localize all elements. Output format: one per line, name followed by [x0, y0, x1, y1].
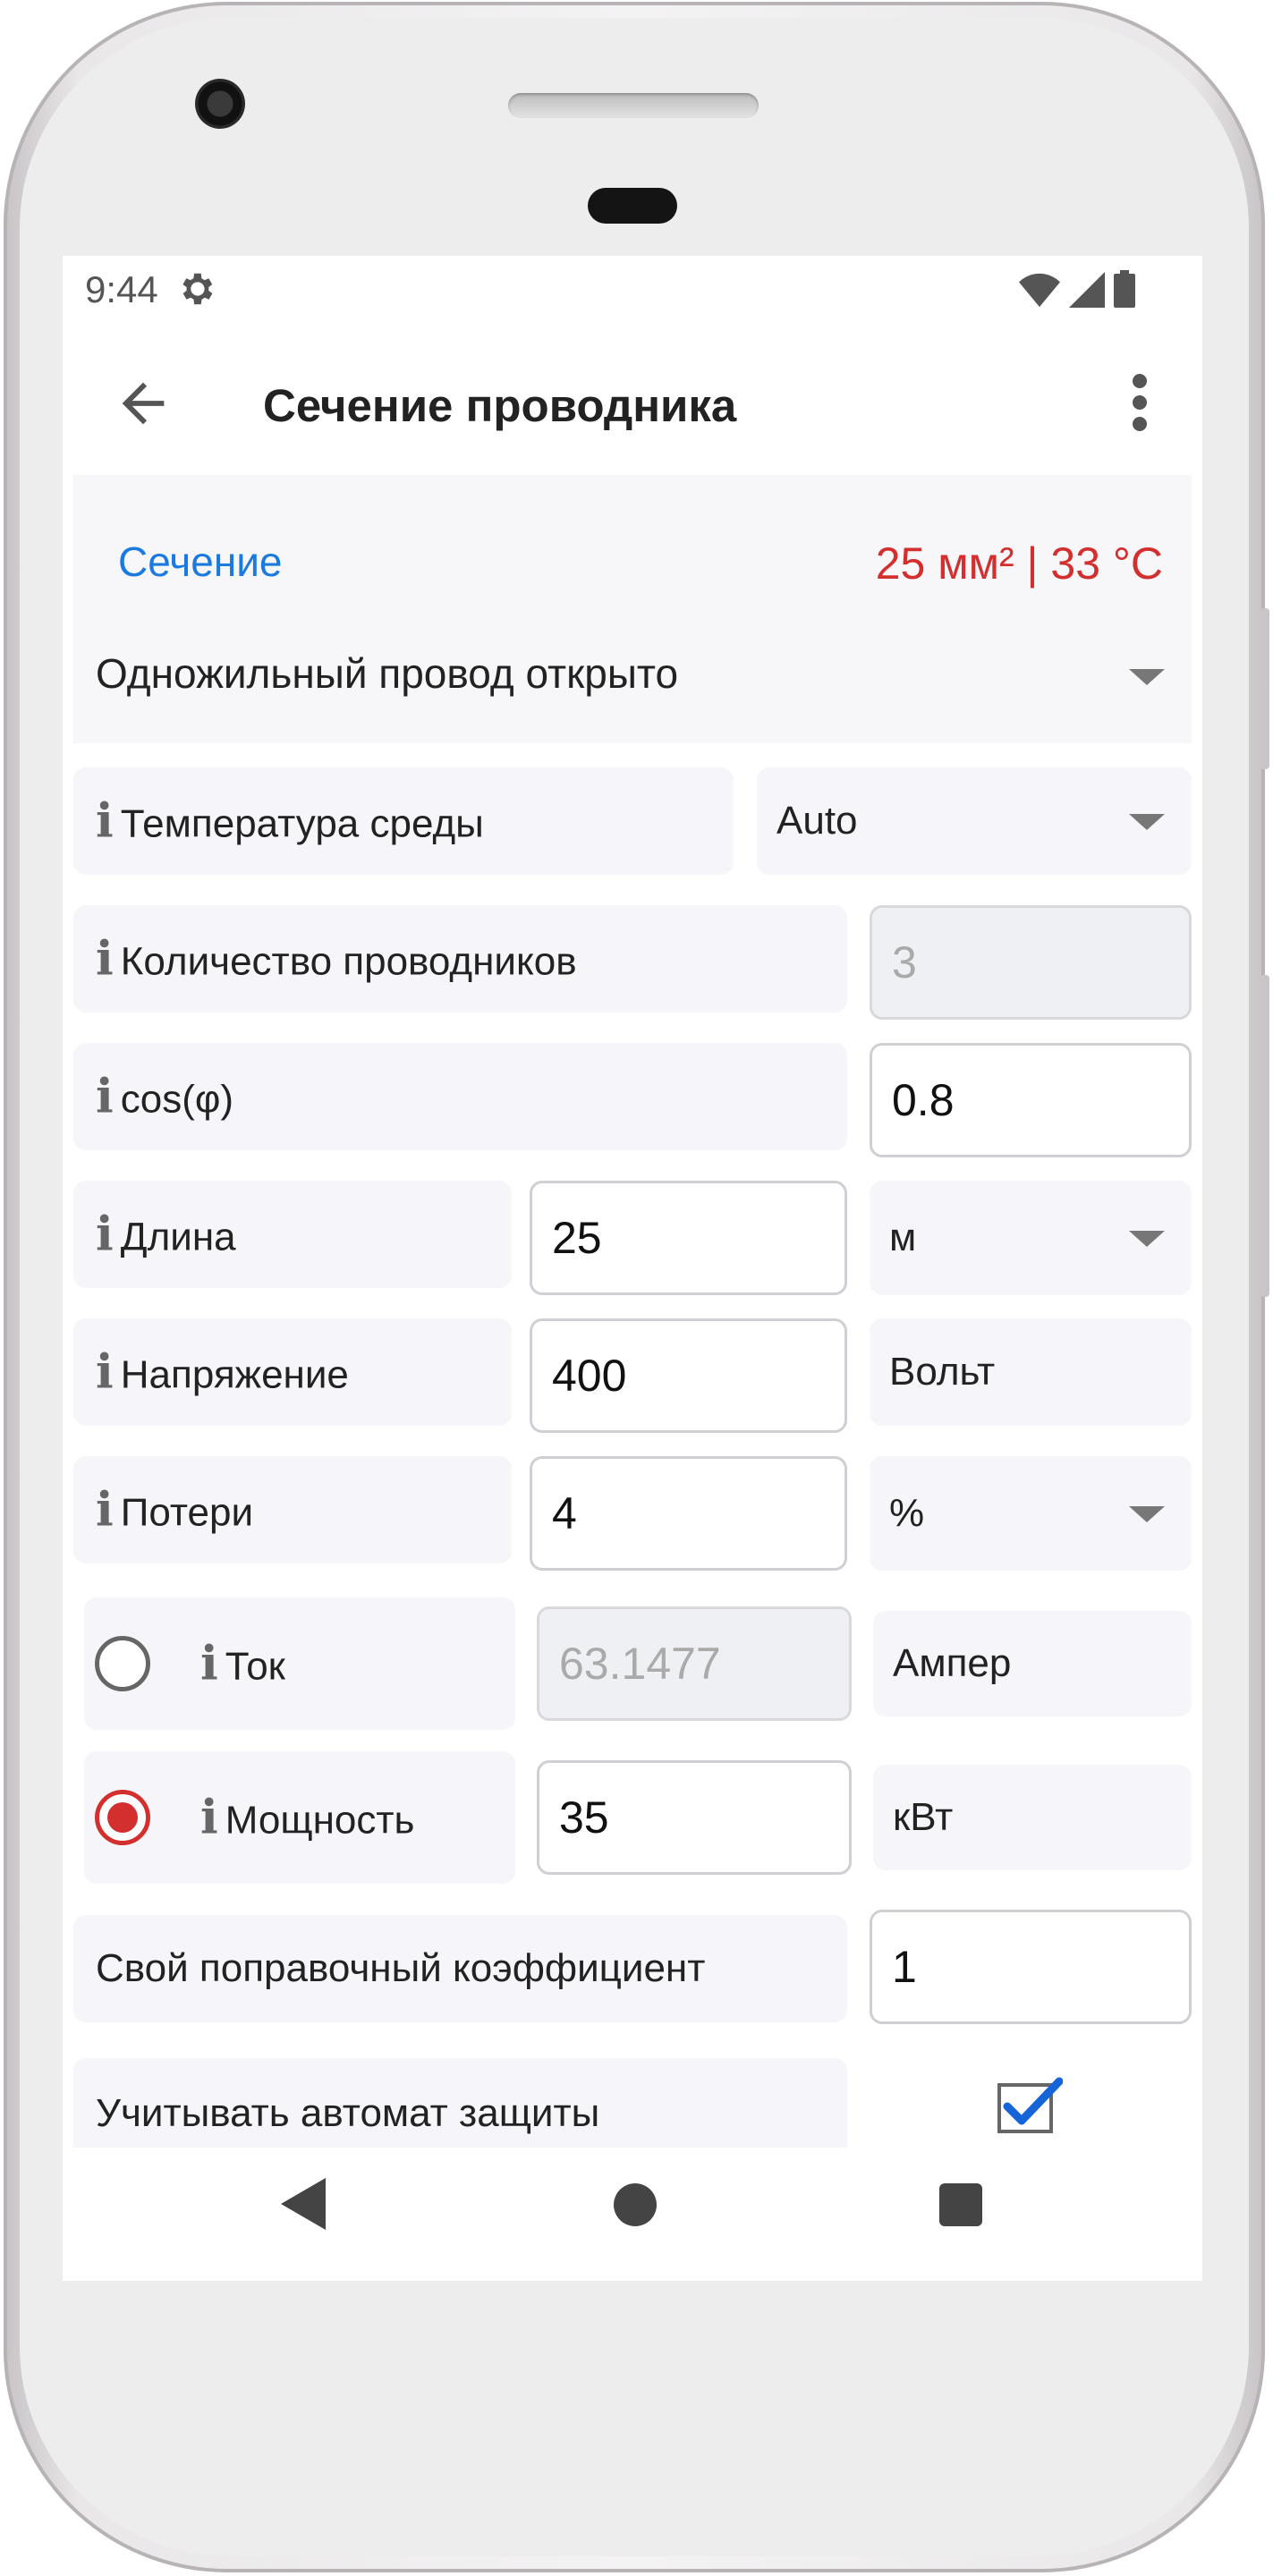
info-icon[interactable]: i [96, 1345, 114, 1400]
conductor-count-label-cell[interactable]: i Количество проводников [73, 905, 847, 1013]
app-bar: Сечение проводника [63, 327, 1202, 475]
power-button [1260, 608, 1269, 769]
more-vert-icon [1133, 374, 1147, 431]
status-time: 9:44 [85, 268, 158, 310]
current-value: 63.1477 [559, 1639, 721, 1689]
length-unit-dropdown[interactable]: м [870, 1181, 1192, 1295]
dropdown-arrow-icon [1129, 814, 1165, 830]
ambient-temperature-label: Температура среды [120, 801, 484, 846]
current-input: 63.1477 [537, 1606, 852, 1721]
length-label: Длина [120, 1215, 236, 1259]
ambient-temperature-dropdown[interactable]: Auto [757, 767, 1192, 875]
volume-button [1260, 975, 1269, 1297]
voltage-label-cell[interactable]: i Напряжение [73, 1318, 512, 1426]
ambient-temperature-label-cell[interactable]: i Температура среды [73, 767, 734, 875]
info-icon[interactable]: i [200, 1791, 218, 1845]
length-value: 25 [552, 1213, 602, 1263]
ambient-temperature-value: Auto [777, 799, 858, 843]
losses-unit: % [889, 1491, 925, 1535]
info-icon[interactable]: i [96, 1070, 114, 1124]
battery-icon [1114, 270, 1135, 312]
summary-result: 25 мм² | 33 °C [875, 538, 1163, 589]
info-icon[interactable]: i [200, 1637, 218, 1691]
status-bar: 9:44 [63, 256, 1202, 327]
correction-factor-label-cell: Свой поправочный коэффициент [73, 1915, 847, 2022]
correction-factor-input[interactable]: 1 [870, 1910, 1192, 2024]
losses-input[interactable]: 4 [530, 1456, 847, 1571]
power-option[interactable]: i Мощность [84, 1751, 515, 1884]
voltage-label: Напряжение [120, 1352, 349, 1397]
speaker-grille [508, 93, 759, 118]
conductor-count-label: Количество проводников [120, 939, 577, 984]
current-unit: Ампер [873, 1611, 1192, 1716]
breaker-checkbox[interactable] [997, 2076, 1064, 2133]
status-icons [1019, 270, 1135, 312]
losses-unit-dropdown[interactable]: % [870, 1456, 1192, 1571]
info-icon[interactable]: i [96, 794, 114, 849]
cos-phi-value: 0.8 [892, 1075, 955, 1125]
cos-phi-label: cos(φ) [120, 1077, 234, 1122]
current-option[interactable]: i Ток [84, 1597, 515, 1730]
correction-factor-value: 1 [892, 1942, 917, 1992]
dropdown-arrow-icon [1129, 1231, 1165, 1247]
voltage-input[interactable]: 400 [530, 1318, 847, 1433]
power-value: 35 [559, 1792, 609, 1843]
info-icon[interactable]: i [96, 932, 114, 987]
dropdown-arrow-icon [1129, 669, 1165, 685]
gear-icon [175, 268, 216, 314]
power-radio[interactable] [95, 1790, 150, 1845]
losses-label: Потери [120, 1490, 254, 1535]
back-button[interactable] [112, 372, 174, 435]
form-content: Сечение 25 мм² | 33 °C Одножильный прово… [63, 475, 1202, 2148]
power-unit-label: кВт [893, 1795, 954, 1839]
dropdown-arrow-icon [1129, 1506, 1165, 1522]
conductor-count-value: 3 [892, 937, 917, 987]
system-nav-bar [63, 2148, 1202, 2281]
signal-icon [1069, 272, 1105, 312]
summary-label[interactable]: Сечение [118, 538, 283, 586]
length-input[interactable]: 25 [530, 1181, 847, 1295]
info-icon[interactable]: i [96, 1483, 114, 1538]
wifi-icon [1019, 272, 1060, 312]
screen: 9:44 Сечение проводника Сечение 25 мм² |… [63, 256, 1202, 2281]
power-input[interactable]: 35 [537, 1760, 852, 1875]
more-menu-button[interactable] [1122, 367, 1158, 438]
earpiece [588, 188, 677, 224]
cos-phi-input[interactable]: 0.8 [870, 1043, 1192, 1157]
current-unit-label: Ампер [893, 1641, 1012, 1685]
losses-label-cell[interactable]: i Потери [73, 1456, 512, 1563]
info-icon[interactable]: i [96, 1208, 114, 1262]
voltage-value: 400 [552, 1351, 627, 1401]
breaker-label: Учитывать автомат защиты [96, 2091, 600, 2135]
power-label: Мощность [225, 1798, 415, 1843]
wire-type-value: Одножильный провод открыто [96, 650, 679, 697]
length-unit: м [889, 1216, 917, 1259]
current-label: Ток [225, 1644, 285, 1689]
breaker-label-cell: Учитывать автомат защиты [73, 2058, 847, 2148]
arrow-left-icon [122, 382, 165, 425]
losses-value: 4 [552, 1488, 577, 1538]
checkmark-icon [997, 2077, 1064, 2133]
nav-back-icon[interactable] [281, 2178, 326, 2234]
voltage-unit: Вольт [870, 1318, 1192, 1426]
correction-factor-label: Свой поправочный коэффициент [96, 1946, 706, 1990]
conductor-count-input: 3 [870, 905, 1192, 1020]
power-unit: кВт [873, 1765, 1192, 1870]
front-camera [195, 79, 245, 129]
wire-type-dropdown[interactable]: Одножильный провод открыто [73, 623, 1192, 730]
length-label-cell[interactable]: i Длина [73, 1181, 512, 1288]
cos-phi-label-cell[interactable]: i cos(φ) [73, 1043, 847, 1150]
voltage-unit-label: Вольт [889, 1350, 996, 1394]
page-title: Сечение проводника [263, 380, 737, 431]
current-radio[interactable] [95, 1636, 150, 1691]
nav-recents-icon[interactable] [939, 2183, 982, 2226]
nav-home-icon[interactable] [614, 2183, 657, 2226]
